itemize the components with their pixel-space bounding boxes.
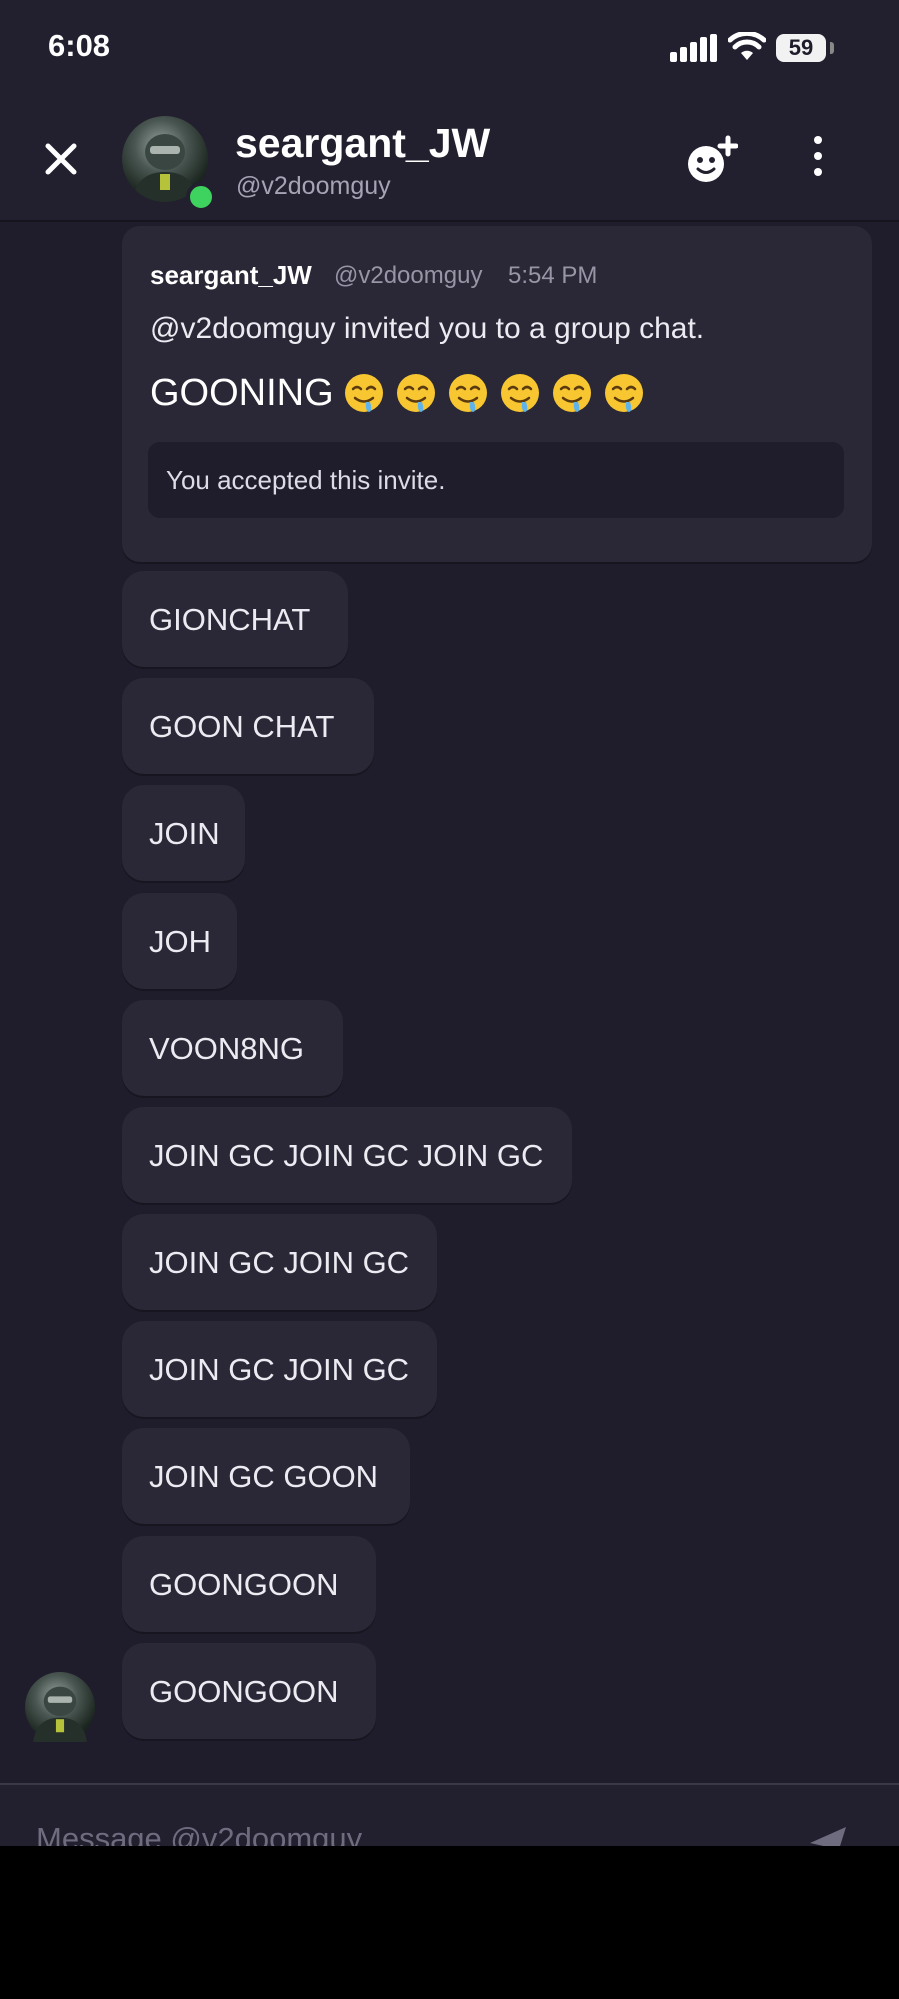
drooling-face-emoji (500, 374, 539, 412)
invite-status-text: You accepted this invite. (166, 465, 446, 495)
message-bubble[interactable]: JOH (122, 893, 237, 989)
send-icon[interactable] (808, 1825, 848, 1848)
emoji-row (334, 371, 646, 415)
chat-header: seargant_JW @v2doomguy (0, 90, 899, 222)
message-text: JOH (149, 924, 211, 959)
message-input[interactable]: Message @v2doomguy (36, 1821, 362, 1848)
drooling-face-emoji (448, 374, 487, 412)
message-text: GOONGOON (149, 1674, 339, 1709)
header-handle: @v2doomguy (236, 172, 391, 200)
message-text: GIONCHAT (149, 602, 311, 637)
battery-tip (830, 42, 834, 54)
status-bar: 6:08 59 (0, 0, 899, 90)
drooling-face-emoji (552, 374, 591, 412)
signal-icon (670, 34, 718, 62)
avatar-image (33, 1686, 87, 1742)
drooling-face-emoji (396, 374, 435, 412)
status-time: 6:08 (48, 28, 111, 63)
message-text: JOIN GC GOON (149, 1459, 379, 1494)
message-bubble[interactable]: GOONGOON (122, 1536, 376, 1632)
message-bubble[interactable]: GOON CHAT (122, 678, 374, 774)
invite-group-name: GOONING (150, 371, 646, 415)
wifi-icon (728, 32, 766, 60)
invite-text: @v2doomguy invited you to a group chat. (150, 312, 705, 345)
drooling-face-emoji (344, 374, 383, 412)
message-bubble[interactable]: JOIN (122, 785, 245, 881)
invite-handle: @v2doomguy (334, 262, 483, 289)
message-bubble[interactable]: JOIN GC JOIN GC JOIN GC (122, 1107, 572, 1203)
more-vertical-icon[interactable] (806, 136, 830, 182)
group-name-label: GOONING (150, 371, 334, 414)
message-text: JOIN GC JOIN GC JOIN GC (149, 1138, 544, 1173)
invite-status-box: You accepted this invite. (148, 442, 844, 518)
battery-icon: 59 (776, 34, 826, 62)
message-bubble[interactable]: JOIN GC JOIN GC (122, 1214, 437, 1310)
message-text: GOONGOON (149, 1567, 339, 1602)
message-bubble[interactable]: VOON8NG (122, 1000, 343, 1096)
message-bubble[interactable]: JOIN GC JOIN GC (122, 1321, 437, 1417)
bottom-bar (0, 1846, 899, 1999)
message-text: JOIN GC JOIN GC (149, 1245, 410, 1280)
add-friend-icon[interactable] (686, 134, 738, 186)
message-text: JOIN (149, 816, 220, 851)
message-text: GOON CHAT (149, 709, 335, 744)
group-invite-card: seargant_JW @v2doomguy 5:54 PM @v2doomgu… (122, 226, 872, 562)
header-username[interactable]: seargant_JW (235, 120, 490, 167)
message-bubble[interactable]: JOIN GC GOON (122, 1428, 410, 1524)
message-avatar[interactable] (25, 1672, 95, 1742)
message-text: JOIN GC JOIN GC (149, 1352, 410, 1387)
invite-timestamp: 5:54 PM (508, 262, 598, 289)
close-icon[interactable] (38, 136, 84, 182)
message-bubble[interactable]: GIONCHAT (122, 571, 348, 667)
message-composer[interactable]: Message @v2doomguy (0, 1783, 899, 1848)
online-status-indicator (186, 182, 216, 212)
invite-author[interactable]: seargant_JW (150, 260, 312, 291)
message-text: VOON8NG (149, 1031, 305, 1066)
drooling-face-emoji (604, 374, 643, 412)
message-bubble[interactable]: GOONGOON (122, 1643, 376, 1739)
